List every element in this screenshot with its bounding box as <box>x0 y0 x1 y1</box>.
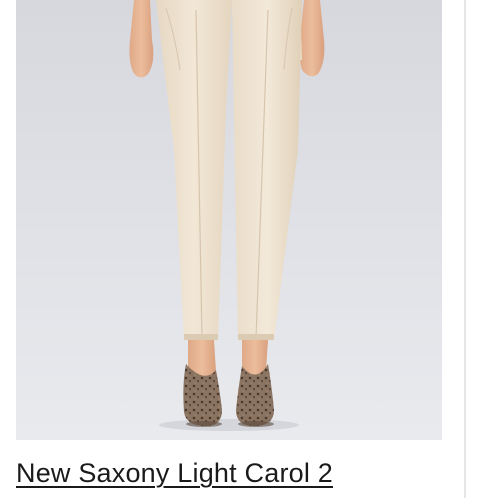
product-card-link[interactable]: New Saxony Light Carol 2 <box>16 0 442 498</box>
product-page: New Saxony Light Carol 2 <box>0 0 498 498</box>
product-image[interactable] <box>16 0 442 440</box>
product-photo-illustration <box>16 0 442 440</box>
product-name-link-text[interactable]: New Saxony Light Carol 2 <box>16 456 333 490</box>
right-divider <box>464 0 466 498</box>
